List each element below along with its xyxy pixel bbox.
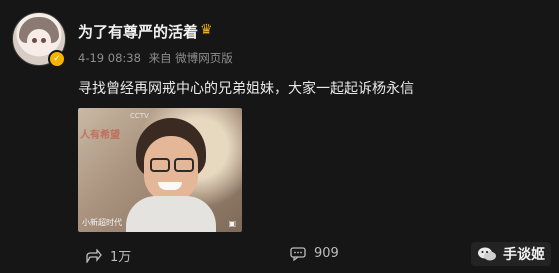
- crown-icon: ♛: [200, 22, 213, 38]
- comment-button[interactable]: 909: [290, 246, 339, 261]
- share-count: 1万: [110, 250, 132, 265]
- thumbnail-background-text: 人有希望: [80, 130, 120, 141]
- post-source: 来自 微博网页版: [148, 51, 233, 65]
- post-text: 寻找曾经再网戒中心的兄弟姐妹，大家一起起诉杨永信: [78, 81, 414, 97]
- tv-watermark: CCTV: [130, 112, 149, 120]
- avatar-eye: [32, 38, 37, 43]
- post-meta: 4-19 08:38 来自 微博网页版: [78, 50, 237, 66]
- tv-logo-icon: ▣: [228, 219, 236, 228]
- thumbnail-person: [126, 118, 216, 232]
- glasses-lens: [150, 158, 170, 172]
- avatar-face: [27, 29, 51, 55]
- user-name[interactable]: 为了有尊严的活着: [78, 21, 198, 42]
- share-button[interactable]: 1万: [86, 246, 131, 265]
- person-shirt: [126, 196, 216, 232]
- post-date: 4-19 08:38: [78, 51, 141, 65]
- account-watermark: 手谈姬: [471, 242, 551, 266]
- avatar-eye: [41, 38, 46, 43]
- glasses-lens: [174, 158, 194, 172]
- post-video-thumbnail[interactable]: 人有希望 CCTV 小新超时代 ▣: [78, 108, 242, 232]
- verified-badge-icon: ✓: [48, 50, 66, 68]
- comment-icon: [290, 246, 306, 261]
- wechat-icon: [478, 247, 496, 261]
- watermark-label: 手谈姬: [503, 247, 545, 263]
- share-icon: [86, 248, 102, 263]
- like-count: 909: [314, 246, 339, 261]
- thumbnail-caption: 小新超时代: [82, 218, 122, 227]
